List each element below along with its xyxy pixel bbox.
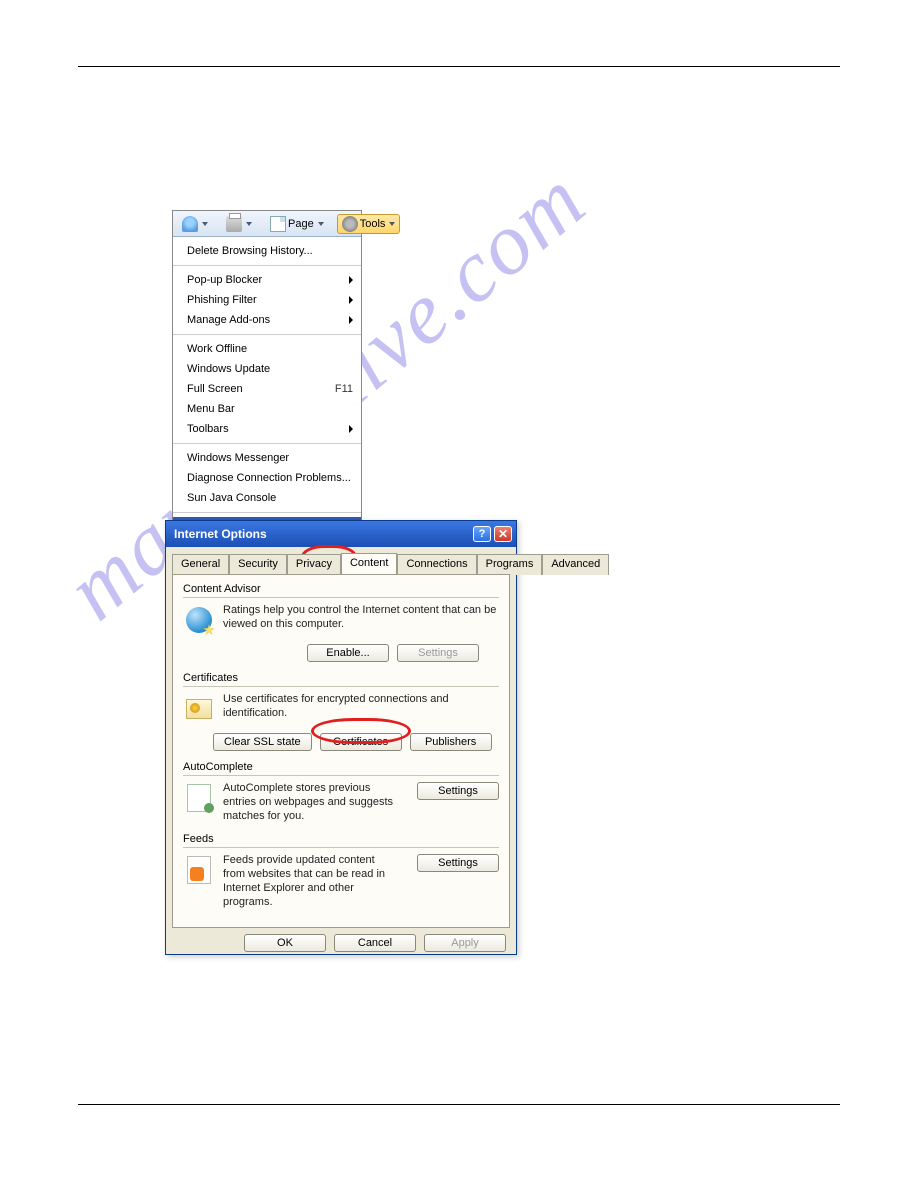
page-rule-bottom — [78, 1104, 840, 1105]
help-button[interactable]: ? — [473, 526, 491, 542]
menu-item-label: Windows Update — [187, 363, 270, 375]
dialog-footer: OK Cancel Apply — [166, 934, 516, 960]
certificate-icon — [186, 699, 212, 719]
menu-item-sun-java-console[interactable]: Sun Java Console — [173, 488, 361, 508]
tools-button[interactable]: Tools — [337, 214, 401, 234]
submenu-arrow-icon — [349, 296, 353, 304]
menu-item-work-offline[interactable]: Work Offline — [173, 339, 361, 359]
tab-programs[interactable]: Programs — [477, 554, 543, 575]
chevron-down-icon — [389, 222, 395, 226]
menu-item-menu-bar[interactable]: Menu Bar — [173, 399, 361, 419]
chevron-down-icon — [246, 222, 252, 226]
menu-item-label: Menu Bar — [187, 403, 235, 415]
menu-item-label: Windows Messenger — [187, 452, 289, 464]
chevron-down-icon — [202, 222, 208, 226]
tab-privacy[interactable]: Privacy — [287, 554, 341, 575]
cancel-button[interactable]: Cancel — [334, 934, 416, 952]
feeds-icon — [187, 856, 211, 884]
ie-toolbar: Page Tools — [173, 211, 361, 237]
group-label: Certificates — [183, 672, 499, 684]
tools-dropdown: Delete Browsing History... Pop-up Blocker… — [173, 237, 361, 541]
menu-item-delete-browsing-history[interactable]: Delete Browsing History... — [173, 241, 361, 261]
close-button[interactable]: ✕ — [494, 526, 512, 542]
submenu-arrow-icon — [349, 425, 353, 433]
autocomplete-desc: AutoComplete stores previous entries on … — [223, 782, 393, 823]
submenu-arrow-icon — [349, 276, 353, 284]
clear-ssl-button[interactable]: Clear SSL state — [213, 733, 312, 751]
settings-button-disabled: Settings — [397, 644, 479, 662]
print-button[interactable] — [221, 214, 257, 234]
menu-item-label: Pop-up Blocker — [187, 274, 262, 286]
autocomplete-icon — [187, 784, 211, 812]
page-button[interactable]: Page — [265, 214, 329, 234]
tools-label: Tools — [360, 218, 386, 230]
page-label: Page — [288, 218, 314, 230]
content-advisor-desc: Ratings help you control the Internet co… — [223, 604, 499, 632]
menu-item-full-screen[interactable]: Full Screen F11 — [173, 379, 361, 399]
tab-general[interactable]: General — [172, 554, 229, 575]
publishers-button[interactable]: Publishers — [410, 733, 492, 751]
titlebar[interactable]: Internet Options ? ✕ — [166, 521, 516, 547]
feeds-desc: Feeds provide updated content from websi… — [223, 854, 393, 909]
feeds-group: Feeds Feeds provide updated content from… — [183, 833, 499, 909]
menu-item-manage-add-ons[interactable]: Manage Add-ons — [173, 310, 361, 330]
menu-item-label: Toolbars — [187, 423, 229, 435]
tab-security[interactable]: Security — [229, 554, 287, 575]
group-label: Content Advisor — [183, 583, 499, 595]
certificates-desc: Use certificates for encrypted connectio… — [223, 693, 499, 721]
tab-row: GeneralSecurityPrivacyContentConnections… — [166, 547, 516, 574]
certificates-button[interactable]: Certificates — [320, 733, 402, 751]
print-icon — [226, 216, 242, 232]
group-label: AutoComplete — [183, 761, 499, 773]
menu-item-label: Work Offline — [187, 343, 247, 355]
dialog-title: Internet Options — [174, 527, 267, 541]
tab-content[interactable]: Content — [341, 553, 398, 574]
home-button[interactable] — [177, 214, 213, 234]
tab-advanced[interactable]: Advanced — [542, 554, 609, 575]
group-label: Feeds — [183, 833, 499, 845]
menu-item-windows-update[interactable]: Windows Update — [173, 359, 361, 379]
menu-hotkey: F11 — [335, 383, 353, 395]
page-rule-top — [78, 66, 840, 67]
menu-item-label: Manage Add-ons — [187, 314, 270, 326]
gear-icon — [342, 216, 358, 232]
menu-item-label: Delete Browsing History... — [187, 245, 313, 257]
chevron-down-icon — [318, 222, 324, 226]
tools-menu-screenshot: Page Tools Delete Browsing History... Pop… — [172, 210, 362, 542]
menu-item-label: Phishing Filter — [187, 294, 257, 306]
menu-item-label: Diagnose Connection Problems... — [187, 472, 351, 484]
feeds-settings-button[interactable]: Settings — [417, 854, 499, 872]
content-advisor-group: Content Advisor Ratings help you control… — [183, 583, 499, 662]
apply-button: Apply — [424, 934, 506, 952]
submenu-arrow-icon — [349, 316, 353, 324]
enable-button[interactable]: Enable... — [307, 644, 389, 662]
menu-item-label: Sun Java Console — [187, 492, 276, 504]
menu-item-diagnose-connection-problems[interactable]: Diagnose Connection Problems... — [173, 468, 361, 488]
internet-options-dialog: Internet Options ? ✕ GeneralSecurityPriv… — [165, 520, 517, 955]
autocomplete-group: AutoComplete AutoComplete stores previou… — [183, 761, 499, 823]
globe-star-icon — [186, 607, 212, 633]
certificates-group: Certificates Use certificates for encryp… — [183, 672, 499, 751]
content-panel: Content Advisor Ratings help you control… — [172, 574, 510, 928]
tab-connections[interactable]: Connections — [397, 554, 476, 575]
page-icon — [270, 216, 286, 232]
home-icon — [182, 216, 198, 232]
menu-item-label: Full Screen — [187, 383, 243, 395]
menu-item-phishing-filter[interactable]: Phishing Filter — [173, 290, 361, 310]
ok-button[interactable]: OK — [244, 934, 326, 952]
menu-item-windows-messenger[interactable]: Windows Messenger — [173, 448, 361, 468]
menu-item-pop-up-blocker[interactable]: Pop-up Blocker — [173, 270, 361, 290]
menu-item-toolbars[interactable]: Toolbars — [173, 419, 361, 439]
autocomplete-settings-button[interactable]: Settings — [417, 782, 499, 800]
